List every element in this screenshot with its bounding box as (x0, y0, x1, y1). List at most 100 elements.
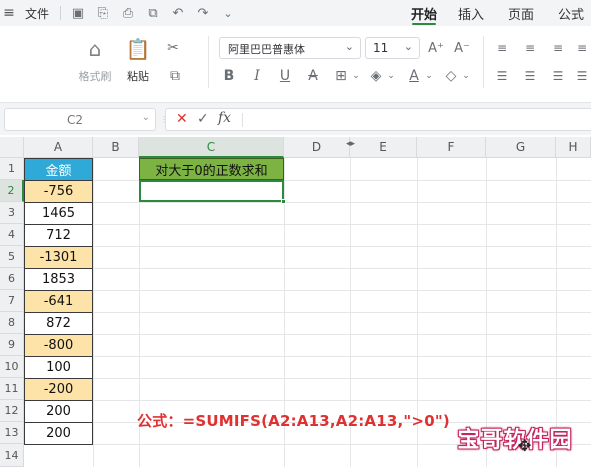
justify-icon[interactable]: ☰ (572, 66, 591, 86)
chevron-down-icon[interactable]: ⌄ (346, 66, 366, 86)
tab-home[interactable]: 开始 (409, 2, 439, 24)
file-menu[interactable]: 文件 (22, 3, 52, 23)
redo-icon[interactable]: ↷ (193, 3, 213, 23)
bold-button[interactable]: B (219, 66, 239, 86)
align-top-icon[interactable]: ≡ (492, 38, 512, 58)
row-header-8[interactable]: 8 (0, 312, 24, 334)
font-family-select[interactable]: 阿里巴巴普惠体 ⌄ (219, 37, 361, 59)
cell-a9[interactable]: -800 (24, 334, 93, 357)
row-header-10[interactable]: 10 (0, 356, 24, 378)
cell-a2[interactable]: -756 (24, 180, 93, 203)
cut-icon[interactable]: ✂ (163, 38, 183, 58)
format-painter-button[interactable]: ⌂ 格式刷 (78, 38, 112, 84)
cell-a4[interactable]: 712 (24, 224, 93, 247)
align-right-icon[interactable]: ☰ (548, 66, 568, 86)
gridline (24, 290, 591, 291)
cell-a8[interactable]: 872 (24, 312, 93, 335)
insert-function-icon[interactable]: fx (218, 110, 231, 126)
column-header-d[interactable]: D (284, 137, 350, 158)
align-bottom-icon[interactable]: ≡ (548, 38, 568, 58)
row-header-2[interactable]: 2 (0, 180, 24, 202)
paste-icon: 📋 (125, 37, 151, 61)
cell-a6[interactable]: 1853 (24, 268, 93, 291)
row-header-14[interactable]: 14 (0, 444, 24, 467)
chevron-down-icon[interactable]: ⌄ (419, 66, 439, 86)
column-header-c[interactable]: C (139, 137, 284, 158)
column-header-a[interactable]: A (24, 137, 93, 158)
wrap-text-icon[interactable]: ≡ (572, 38, 591, 58)
chevron-down-icon[interactable]: ⌄ (381, 66, 401, 86)
more-dropdown-icon[interactable]: ⌄ (218, 3, 238, 23)
ribbon-divider (483, 36, 484, 88)
align-middle-icon[interactable]: ≡ (520, 38, 540, 58)
row-header-6[interactable]: 6 (0, 268, 24, 290)
column-header-e[interactable]: E (350, 137, 417, 158)
print-icon[interactable]: ⎙ (118, 3, 138, 23)
cell-a13[interactable]: 200 (24, 422, 93, 445)
divider (242, 113, 243, 127)
align-center-icon[interactable]: ☰ (520, 66, 540, 86)
format-painter-label: 格式刷 (78, 70, 112, 83)
column-header-f[interactable]: F (417, 137, 486, 158)
cell-a10[interactable]: 100 (24, 356, 93, 379)
active-tab-indicator (412, 23, 436, 25)
gridline (24, 378, 591, 379)
mouse-cursor-icon: ✥ (518, 436, 532, 455)
print-preview-icon[interactable]: ⧉ (143, 3, 163, 23)
name-box[interactable]: C2 ⌄ (4, 108, 156, 131)
row-header-5[interactable]: 5 (0, 246, 24, 268)
cell-c1-label[interactable]: 对大于0的正数求和 (139, 158, 284, 180)
row-header-3[interactable]: 3 (0, 202, 24, 224)
ribbon-home: ⌂ 格式刷 📋 粘贴 ✂ ⧉ 阿里巴巴普惠体 ⌄ 11 ⌄ A⁺ A⁻ B I … (0, 26, 591, 103)
cell-a11[interactable]: -200 (24, 378, 93, 401)
formula-input[interactable]: ✕ ✓ fx (165, 108, 591, 131)
strikethrough-button[interactable]: A (303, 66, 323, 86)
column-header-b[interactable]: B (93, 137, 139, 158)
title-toolbar: ≡ 文件 ▣ ⎘ ⎙ ⧉ ↶ ↷ ⌄ 开始 插入 页面 公式 (0, 0, 591, 26)
gridline (24, 268, 591, 269)
tab-insert[interactable]: 插入 (456, 2, 486, 24)
select-all-corner[interactable] (0, 137, 24, 158)
cell-a12[interactable]: 200 (24, 400, 93, 423)
cell-c2-active[interactable] (139, 180, 284, 202)
undo-icon[interactable]: ↶ (168, 3, 188, 23)
gridline (24, 400, 591, 401)
chevron-down-icon[interactable]: ⌄ (456, 66, 476, 86)
underline-button[interactable]: U (275, 66, 295, 86)
chevron-down-icon: ⌄ (141, 112, 150, 123)
toolbar-divider (60, 6, 61, 20)
row-header-9[interactable]: 9 (0, 334, 24, 356)
fill-handle[interactable] (281, 199, 286, 204)
cell-a5[interactable]: -1301 (24, 246, 93, 269)
copy-icon[interactable]: ⧉ (165, 66, 185, 86)
column-resize-icon[interactable]: ◂▸ (346, 139, 355, 149)
font-family-value: 阿里巴巴普惠体 (228, 43, 305, 56)
hamburger-menu-icon[interactable]: ≡ (2, 3, 16, 23)
shrink-font-icon[interactable]: A⁻ (452, 38, 472, 58)
row-header-13[interactable]: 13 (0, 422, 24, 444)
cancel-icon[interactable]: ✕ (176, 111, 188, 127)
row-header-1[interactable]: 1 (0, 158, 24, 180)
watermark-logo: 宝哥软件园 (444, 418, 586, 458)
row-header-4[interactable]: 4 (0, 224, 24, 246)
italic-button[interactable]: I (247, 66, 267, 86)
gridline (24, 180, 591, 181)
row-header-7[interactable]: 7 (0, 290, 24, 312)
column-header-g[interactable]: G (486, 137, 556, 158)
tab-page[interactable]: 页面 (506, 2, 536, 24)
tab-formulas[interactable]: 公式 (556, 2, 586, 24)
cell-a3[interactable]: 1465 (24, 202, 93, 225)
font-size-select[interactable]: 11 ⌄ (365, 37, 420, 59)
row-header-11[interactable]: 11 (0, 378, 24, 400)
cell-a7[interactable]: -641 (24, 290, 93, 313)
gridline (24, 202, 591, 203)
cell-a1-header[interactable]: 金额 (24, 158, 93, 181)
confirm-icon[interactable]: ✓ (197, 111, 209, 127)
column-header-h[interactable]: H (556, 137, 591, 158)
row-header-12[interactable]: 12 (0, 400, 24, 422)
grow-font-icon[interactable]: A⁺ (426, 38, 446, 58)
align-left-icon[interactable]: ☰ (492, 66, 512, 86)
save-icon[interactable]: ▣ (68, 3, 88, 23)
paste-button[interactable]: 📋 粘贴 (122, 38, 154, 84)
export-icon[interactable]: ⎘ (93, 3, 113, 23)
